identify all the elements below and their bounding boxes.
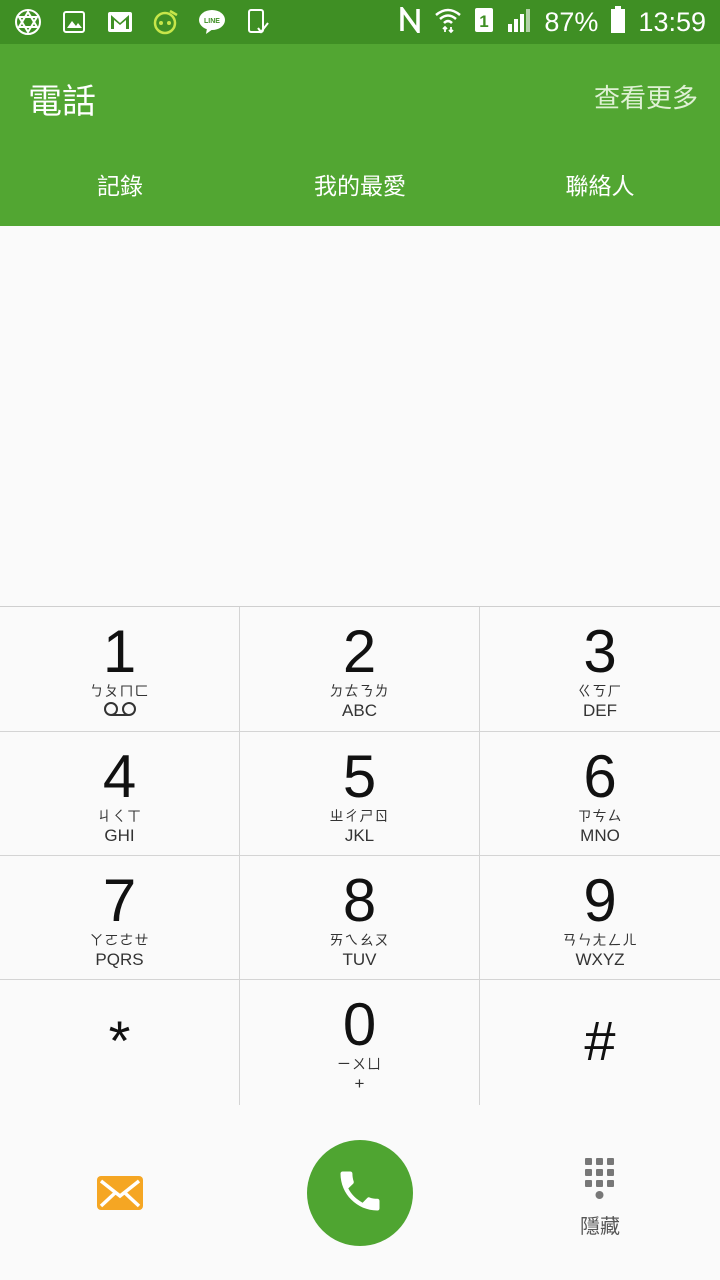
key-zhuyin: ㄗㄘㄙ <box>577 809 623 825</box>
key-letters: ABC <box>342 701 377 720</box>
wifi-icon <box>434 6 462 39</box>
message-icon[interactable] <box>97 1176 143 1214</box>
key-3[interactable]: 3 ㄍㄎㄏ DEF <box>480 607 720 732</box>
key-zhuyin: ㄅㄆㄇㄈ <box>89 684 150 700</box>
key-letters: MNO <box>580 826 620 845</box>
key-digit: 4 <box>102 743 137 810</box>
signal-icon <box>506 7 532 38</box>
key-0[interactable]: 0 ㄧㄨㄩ + <box>240 980 480 1105</box>
hide-label: 隱藏 <box>580 1214 620 1238</box>
key-7[interactable]: 7 ㄚㄛㄜㄝ PQRS <box>0 856 240 980</box>
phone-icon <box>334 1165 386 1221</box>
svg-text:LINE: LINE <box>204 18 220 25</box>
gallery-icon <box>58 6 90 38</box>
key-zhuyin: ㄢㄣㄤㄥㄦ <box>562 933 638 949</box>
key-star[interactable]: * <box>0 980 240 1105</box>
nfc-icon <box>398 3 422 38</box>
key-zhuyin: ㄚㄛㄜㄝ <box>89 933 150 949</box>
tab-contacts[interactable]: 聯絡人 <box>480 162 720 212</box>
app-notification-icon <box>150 6 182 38</box>
tab-bar: 記錄 我的最愛 聯絡人 <box>0 162 720 212</box>
tab-logs[interactable]: 記錄 <box>0 162 240 212</box>
key-8[interactable]: 8 ㄞㄟㄠㄡ TUV <box>240 856 480 980</box>
hide-keypad-button[interactable]: 隱藏 <box>552 1156 648 1239</box>
key-digit: 3 <box>583 618 617 685</box>
key-digit: * <box>108 1009 131 1072</box>
key-hash[interactable]: # <box>480 980 720 1105</box>
key-digit: # <box>584 1009 616 1072</box>
key-letters: PQRS <box>95 950 144 969</box>
key-1[interactable]: 1 ㄅㄆㄇㄈ <box>0 607 240 732</box>
battery-percent: 87% <box>544 6 599 37</box>
key-digit: 0 <box>342 991 377 1058</box>
svg-text:1: 1 <box>480 12 489 31</box>
key-zhuyin: ㄐㄑㄒ <box>97 809 142 825</box>
key-digit: 8 <box>342 867 377 934</box>
number-display[interactable] <box>0 226 720 606</box>
key-digit: 6 <box>583 743 617 810</box>
key-digit: 1 <box>102 618 137 685</box>
key-zhuyin: ㄓㄔㄕㄖ <box>329 809 390 825</box>
key-letters: WXYZ <box>575 950 625 969</box>
key-letters: DEF <box>583 701 617 720</box>
device-check-icon <box>242 6 274 38</box>
key-digit: 9 <box>583 867 617 934</box>
key-6[interactable]: 6 ㄗㄘㄙ MNO <box>480 732 720 856</box>
hexagram-icon <box>12 6 44 38</box>
key-zhuyin: ㄞㄟㄠㄡ <box>329 933 390 949</box>
app-header: 電話 查看更多 記錄 我的最愛 聯絡人 <box>0 44 720 226</box>
key-9[interactable]: 9 ㄢㄣㄤㄥㄦ WXYZ <box>480 856 720 980</box>
key-zhuyin: ㄉㄊㄋㄌ <box>329 684 390 700</box>
gmail-icon <box>104 6 136 38</box>
key-letters: JKL <box>344 826 375 845</box>
status-bar: LINE 1 87% 13:59 <box>0 0 720 44</box>
voicemail-icon <box>0 701 239 722</box>
key-zhuyin: ㄍㄎㄏ <box>577 684 623 700</box>
tab-favorites[interactable]: 我的最愛 <box>240 162 480 212</box>
clock: 13:59 <box>638 6 706 37</box>
key-letters: + <box>354 1074 365 1093</box>
more-button[interactable]: 查看更多 <box>594 78 698 115</box>
battery-icon <box>610 5 626 39</box>
page-title: 電話 <box>28 82 96 122</box>
key-digit: 7 <box>102 867 137 934</box>
keypad-icon <box>583 1158 617 1206</box>
line-icon: LINE <box>196 6 228 38</box>
key-2[interactable]: 2 ㄉㄊㄋㄌ ABC <box>240 607 480 732</box>
key-zhuyin: ㄧㄨㄩ <box>337 1057 382 1073</box>
bottom-bar: 隱藏 <box>0 1106 720 1280</box>
key-5[interactable]: 5 ㄓㄔㄕㄖ JKL <box>240 732 480 856</box>
key-letters: TUV <box>342 950 377 969</box>
key-4[interactable]: 4 ㄐㄑㄒ GHI <box>0 732 240 856</box>
key-digit: 5 <box>342 743 377 810</box>
dial-keypad: 1 ㄅㄆㄇㄈ 2 ㄉㄊㄋㄌ ABC 3 ㄍㄎㄏ DEF 4 ㄐㄑㄒ GHI 5 … <box>0 606 720 1107</box>
call-button[interactable] <box>307 1140 413 1246</box>
key-letters: GHI <box>104 826 135 845</box>
key-digit: 2 <box>342 618 377 685</box>
sim-1-icon: 1 <box>474 7 494 38</box>
